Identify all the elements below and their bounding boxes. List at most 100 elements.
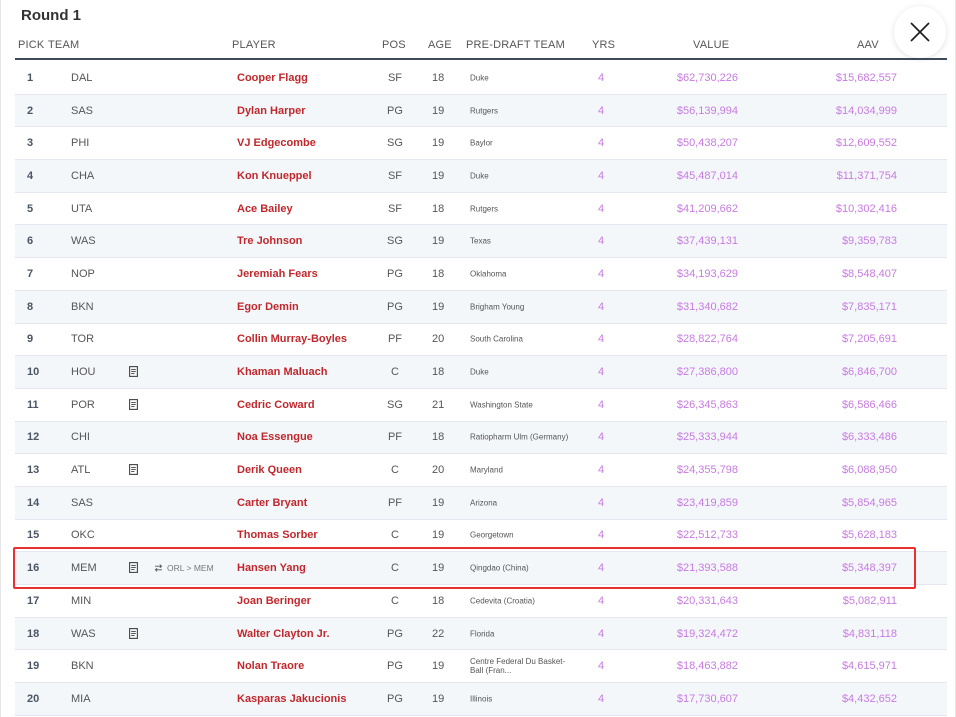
header-pre-draft-team[interactable]: PRE-DRAFT TEAM — [466, 39, 565, 51]
header-pos[interactable]: POS — [382, 39, 406, 51]
header-age[interactable]: AGE — [428, 39, 452, 51]
player-name[interactable]: Jeremiah Fears — [237, 268, 318, 280]
table-row[interactable]: 3 PHI VJ Edgecombe SG 19 Baylor 4 $50,43… — [15, 127, 947, 161]
table-row[interactable]: 5 UTA Ace Bailey SF 18 Rutgers 4 $41,209… — [15, 193, 947, 226]
player-name[interactable]: Carter Bryant — [237, 497, 307, 509]
table-row[interactable]: 6 WAS Tre Johnson SG 19 Texas 4 $37,439,… — [15, 225, 947, 259]
table-row[interactable]: 17 MIN Joan Beringer C 18 Cedevita (Croa… — [15, 585, 947, 618]
table-row[interactable]: 13 ATL Derik Queen C 20 Maryland 4 $24,3… — [15, 454, 947, 487]
table-row[interactable]: 2 SAS Dylan Harper PG 19 Rutgers 4 $56,1… — [15, 94, 947, 128]
team-abbreviation[interactable]: MIN — [71, 595, 91, 607]
player-name[interactable]: Cooper Flagg — [237, 72, 308, 84]
player-name[interactable]: Dylan Harper — [237, 105, 305, 117]
contract-value: $28,822,764 — [676, 333, 738, 346]
table-row[interactable]: 9 TOR Collin Murray-Boyles PF 20 South C… — [15, 324, 947, 357]
player-name[interactable]: Hansen Yang — [237, 562, 306, 574]
header-aav[interactable]: AAV — [857, 39, 879, 51]
contract-years: 4 — [598, 235, 605, 248]
player-name[interactable]: Joan Beringer — [237, 595, 311, 607]
header-team[interactable]: TEAM — [48, 39, 79, 51]
position: PG — [387, 300, 403, 313]
player-name[interactable]: Noa Essengue — [237, 431, 313, 443]
note-slot — [129, 203, 139, 215]
contract-years: 4 — [598, 71, 605, 84]
team-abbreviation[interactable]: BKN — [71, 660, 94, 672]
header-player[interactable]: PLAYER — [232, 39, 276, 51]
table-row[interactable]: 20 MIA Kasparas Jakucionis PG 19 Illinoi… — [15, 683, 947, 716]
header-value[interactable]: VALUE — [693, 39, 729, 51]
table-row[interactable]: 18 WAS Walter Clayton Jr. PG 22 Florida … — [15, 617, 947, 651]
player-name[interactable]: Egor Demin — [237, 301, 299, 313]
pick-number: 18 — [27, 627, 40, 640]
team-abbreviation[interactable]: UTA — [71, 203, 92, 215]
player-name[interactable]: Walter Clayton Jr. — [237, 628, 330, 640]
header-pick[interactable]: PICK — [18, 39, 44, 51]
contract-years: 4 — [598, 300, 605, 313]
table-row[interactable]: 15 OKC Thomas Sorber C 19 Georgetown 4 $… — [15, 520, 947, 553]
header-yrs[interactable]: YRS — [592, 39, 615, 51]
player-name[interactable]: VJ Edgecombe — [237, 137, 316, 149]
contract-value: $62,730,226 — [676, 71, 738, 84]
player-name[interactable]: Kasparas Jakucionis — [237, 693, 346, 705]
player-name[interactable]: Thomas Sorber — [237, 529, 318, 541]
pick-number: 4 — [27, 169, 34, 182]
table-row[interactable]: 7 NOP Jeremiah Fears PG 18 Oklahoma 4 $3… — [15, 258, 947, 291]
player-name[interactable]: Derik Queen — [237, 464, 302, 476]
contract-aav: $6,333,486 — [841, 431, 897, 444]
team-abbreviation[interactable]: OKC — [71, 529, 95, 541]
team-abbreviation[interactable]: PHI — [71, 137, 89, 149]
pre-draft-team: Cedevita (Croatia) — [470, 596, 535, 606]
note-icon[interactable] — [129, 627, 138, 639]
note-icon[interactable] — [129, 398, 138, 410]
table-row[interactable]: 14 SAS Carter Bryant PF 19 Arizona 4 $23… — [15, 486, 947, 520]
note-slot — [129, 627, 139, 640]
contract-years: 4 — [598, 562, 605, 575]
contract-aav: $6,846,700 — [841, 366, 897, 379]
player-name[interactable]: Nolan Traore — [237, 660, 304, 672]
team-abbreviation[interactable]: MIA — [71, 693, 91, 705]
team-abbreviation[interactable]: ATL — [71, 464, 90, 476]
pre-draft-team: Qingdao (China) — [470, 563, 529, 573]
team-abbreviation[interactable]: CHI — [71, 431, 90, 443]
contract-years: 4 — [598, 333, 605, 346]
pre-draft-team: Baylor — [470, 138, 493, 148]
table-row[interactable]: 16 MEM ORL > MEM Hansen Yang C 19 Qingda… — [15, 552, 947, 585]
pick-number: 9 — [27, 333, 34, 346]
table-row[interactable]: 11 POR Cedric Coward SG 21 Washington St… — [15, 389, 947, 422]
player-name[interactable]: Collin Murray-Boyles — [237, 333, 347, 345]
player-name[interactable]: Khaman Maluach — [237, 366, 327, 378]
team-abbreviation[interactable]: TOR — [71, 333, 94, 345]
player-name[interactable]: Ace Bailey — [237, 203, 293, 215]
team-abbreviation[interactable]: HOU — [71, 366, 95, 378]
table-header: PICK TEAM PLAYER POS AGE PRE-DRAFT TEAM … — [15, 30, 947, 60]
player-name[interactable]: Cedric Coward — [237, 399, 315, 411]
team-abbreviation[interactable]: SAS — [71, 497, 93, 509]
pre-draft-team: Arizona — [470, 498, 498, 508]
note-icon[interactable] — [129, 464, 138, 476]
player-name[interactable]: Tre Johnson — [237, 235, 302, 247]
age: 18 — [432, 594, 445, 607]
age: 19 — [432, 169, 445, 182]
pre-draft-team: Brigham Young — [470, 302, 525, 312]
team-abbreviation[interactable]: WAS — [71, 628, 96, 640]
player-name[interactable]: Kon Knueppel — [237, 170, 312, 182]
team-abbreviation[interactable]: WAS — [71, 235, 96, 247]
table-row[interactable]: 1 DAL Cooper Flagg SF 18 Duke 4 $62,730,… — [15, 62, 947, 95]
note-icon[interactable] — [129, 366, 138, 377]
contract-aav: $6,586,466 — [841, 398, 897, 411]
contract-aav: $4,432,652 — [841, 692, 897, 705]
team-abbreviation[interactable]: SAS — [71, 105, 93, 117]
table-row[interactable]: 19 BKN Nolan Traore PG 19 Centre Federal… — [15, 650, 947, 684]
table-row[interactable]: 10 HOU Khaman Maluach C 18 Duke 4 $27,38… — [15, 356, 947, 389]
team-abbreviation[interactable]: MEM — [71, 562, 97, 574]
table-row[interactable]: 4 CHA Kon Knueppel SF 19 Duke 4 $45,487,… — [15, 160, 947, 193]
table-row[interactable]: 12 CHI Noa Essengue PF 18 Ratiopharm Ulm… — [15, 421, 947, 455]
team-abbreviation[interactable]: POR — [71, 399, 95, 411]
team-abbreviation[interactable]: NOP — [71, 268, 95, 280]
team-abbreviation[interactable]: DAL — [71, 72, 92, 84]
team-abbreviation[interactable]: BKN — [71, 301, 94, 313]
note-icon[interactable] — [129, 562, 138, 574]
team-abbreviation[interactable]: CHA — [71, 170, 94, 182]
note-slot — [129, 170, 139, 182]
table-row[interactable]: 8 BKN Egor Demin PG 19 Brigham Young 4 $… — [15, 290, 947, 324]
